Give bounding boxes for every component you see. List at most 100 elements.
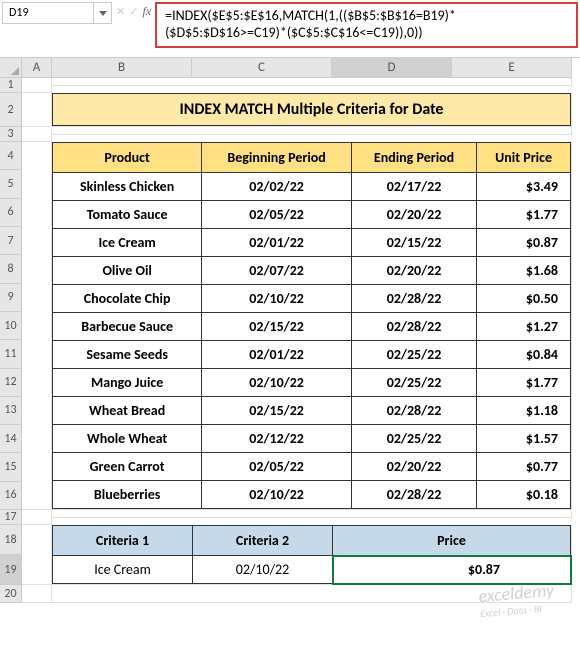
formula-input[interactable]: =INDEX($E$5:$E$16,MATCH(1,(($B$5:$B$16=B… [155,2,578,48]
cell-begin[interactable]: 02/12/22 [202,425,352,453]
row-header-1[interactable]: 1 [0,78,22,93]
cell[interactable] [52,510,572,518]
row-header-2[interactable]: 2 [0,93,22,127]
cell-product[interactable]: Barbecue Sauce [53,313,202,341]
col-header-e[interactable]: E [452,58,572,78]
formula-bar-area: D19 ✕ ✓ fx =INDEX($E$5:$E$16,MATCH(1,(($… [0,0,580,58]
cell-product[interactable]: Sesame Seeds [53,341,202,369]
cell-price[interactable]: $1.77 [477,369,571,397]
cell-price[interactable]: $0.87 [477,229,571,257]
cell-product[interactable]: Tomato Sauce [53,201,202,229]
criteria-table: Criteria 1 Criteria 2 Price Ice Cream 02… [52,525,571,584]
cell[interactable] [22,93,52,127]
col-header-b[interactable]: B [52,58,192,78]
cell-price[interactable]: $1.18 [477,397,571,425]
cell-begin[interactable]: 02/01/22 [202,341,352,369]
cancel-icon[interactable]: ✕ [116,5,125,18]
cell-product[interactable]: Olive Oil [53,257,202,285]
row-header-20[interactable]: 20 [0,585,22,603]
cell[interactable] [22,78,52,93]
cell-begin[interactable]: 02/10/22 [202,369,352,397]
table-row: Ice Cream 02/01/22 02/15/22 $0.87 [53,229,571,257]
cell-begin[interactable]: 02/05/22 [202,453,352,481]
cell-end[interactable]: 02/20/22 [351,257,476,285]
title-cell[interactable]: INDEX MATCH Multiple Criteria for Date [52,93,572,127]
header-begin[interactable]: Beginning Period [202,143,352,173]
cell-product[interactable]: Blueberries [53,481,202,509]
header-criteria1[interactable]: Criteria 1 [53,526,193,556]
data-table: Product Beginning Period Ending Period U… [52,142,571,509]
cell-end[interactable]: 02/28/22 [351,397,476,425]
cell-begin[interactable]: 02/05/22 [202,201,352,229]
cell-price[interactable]: $0.50 [477,285,571,313]
cell-product[interactable]: Whole Wheat [53,425,202,453]
cell-price[interactable]: $0.77 [477,453,571,481]
fx-icon[interactable]: fx [142,4,151,19]
header-product[interactable]: Product [53,143,202,173]
col-header-a[interactable]: A [22,58,52,78]
cell-begin[interactable]: 02/01/22 [202,229,352,257]
header-price[interactable]: Unit Price [477,143,571,173]
cell[interactable] [22,585,52,603]
cell-price[interactable]: $0.84 [477,341,571,369]
table-row: Wheat Bread 02/15/22 02/28/22 $1.18 [53,397,571,425]
cell-end[interactable]: 02/25/22 [351,425,476,453]
cell-product[interactable]: Mango Juice [53,369,202,397]
cell-end[interactable]: 02/20/22 [351,453,476,481]
header-price[interactable]: Price [333,526,571,556]
enter-icon[interactable]: ✓ [129,5,138,18]
cell-price[interactable]: $1.27 [477,313,571,341]
cell[interactable] [22,127,52,142]
header-end[interactable]: Ending Period [351,143,476,173]
cell-end[interactable]: 02/25/22 [351,369,476,397]
cell[interactable] [52,127,572,135]
formula-controls: ✕ ✓ fx [116,2,151,19]
cell-begin[interactable]: 02/10/22 [202,285,352,313]
chevron-down-icon [99,11,107,16]
cell-end[interactable]: 02/20/22 [351,201,476,229]
cell-begin[interactable]: 02/10/22 [202,481,352,509]
cell-end[interactable]: 02/28/22 [351,313,476,341]
criteria-table-area[interactable]: Criteria 1 Criteria 2 Price Ice Cream 02… [52,525,572,585]
cell-end[interactable]: 02/15/22 [351,229,476,257]
cell-product[interactable]: Ice Cream [53,229,202,257]
cell[interactable] [22,525,52,585]
row-headers-4-16[interactable]: 4 5 6 7 8 9 10 11 12 13 14 15 16 [0,142,22,510]
cell-product[interactable]: Skinless Chicken [53,173,202,201]
cell-begin[interactable]: 02/07/22 [202,257,352,285]
cell-price[interactable]: $3.49 [477,173,571,201]
cell[interactable] [22,510,52,525]
cell-begin[interactable]: 02/02/22 [202,173,352,201]
table-row: Olive Oil 02/07/22 02/20/22 $1.68 [53,257,571,285]
cell-price[interactable]: $1.77 [477,201,571,229]
col-header-d[interactable]: D [332,58,452,78]
name-box[interactable]: D19 [2,2,112,24]
criteria2-value[interactable]: 02/10/22 [193,556,333,584]
col-header-c[interactable]: C [192,58,332,78]
cell-end[interactable]: 02/17/22 [351,173,476,201]
cell-end[interactable]: 02/28/22 [351,481,476,509]
cell-begin[interactable]: 02/15/22 [202,397,352,425]
cell-product[interactable]: Wheat Bread [53,397,202,425]
row-header-17[interactable]: 17 [0,510,22,525]
spreadsheet-grid: A B C D E 1 2 INDEX MATCH Multiple Crite… [0,58,580,603]
row-header-3[interactable]: 3 [0,127,22,142]
cell-product[interactable]: Chocolate Chip [53,285,202,313]
header-criteria2[interactable]: Criteria 2 [193,526,333,556]
cell-begin[interactable]: 02/15/22 [202,313,352,341]
row-headers-18-19[interactable]: 18 19 [0,525,22,585]
name-box-dropdown[interactable] [93,3,111,23]
page-title: INDEX MATCH Multiple Criteria for Date [52,93,571,126]
table-row: Skinless Chicken 02/02/22 02/17/22 $3.49 [53,173,571,201]
cell[interactable] [52,78,572,86]
criteria1-value[interactable]: Ice Cream [53,556,193,584]
cell-end[interactable]: 02/25/22 [351,341,476,369]
select-all-button[interactable] [0,58,22,78]
data-table-area[interactable]: Product Beginning Period Ending Period U… [52,142,572,510]
cell-price[interactable]: $1.68 [477,257,571,285]
cell-price[interactable]: $0.18 [477,481,571,509]
cell-product[interactable]: Green Carrot [53,453,202,481]
cell-price[interactable]: $1.57 [477,425,571,453]
cell-end[interactable]: 02/28/22 [351,285,476,313]
cell[interactable] [22,142,52,510]
